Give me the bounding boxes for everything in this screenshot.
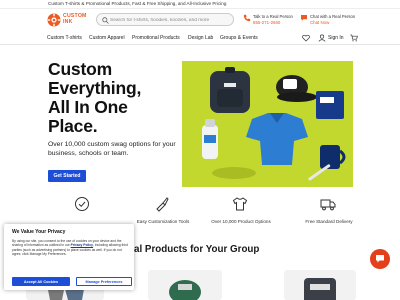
hero-title: Custom Everything, All In One Place.	[48, 60, 178, 136]
chat-now-link[interactable]: Chat Now	[310, 20, 329, 25]
phone-contact[interactable]: Talk to a Real Person 855-271-2660	[243, 13, 299, 27]
logo[interactable]: CUSTOM INK	[47, 13, 89, 27]
brush-icon	[156, 197, 169, 212]
chat-fab-button[interactable]	[370, 249, 390, 269]
hero-title-line-2: Everything,	[48, 78, 142, 98]
feature-easy-customization: Easy Customization Tools	[128, 196, 198, 230]
privacy-policy-link[interactable]: Privacy Policy	[71, 243, 93, 247]
feature-free-delivery: Free Standard Delivery	[294, 196, 364, 230]
cookie-consent-dialog: We Value Your Privacy By using our site,…	[4, 224, 134, 290]
chat-bubble-icon	[301, 15, 307, 21]
cookie-body: By using our site, you consent to the us…	[12, 239, 130, 257]
search-input[interactable]	[110, 15, 230, 25]
nav-item-groups-events[interactable]: Groups & Events	[220, 35, 258, 41]
chat-label: Chat with a Real Person	[310, 14, 356, 19]
feature-product-options: Over 10,000 Product Options	[206, 196, 276, 230]
logo-text: CUSTOM INK	[63, 13, 87, 25]
nav-item-promotional-products[interactable]: Promotional Products	[132, 35, 180, 41]
promo-text: Custom T-shirts & Promotional Products, …	[48, 1, 227, 6]
user-icon[interactable]	[318, 34, 326, 42]
feature-label: Free Standard Delivery	[305, 219, 353, 224]
phone-number[interactable]: 855-271-2660	[253, 20, 280, 25]
get-started-button[interactable]: Get Started	[48, 170, 86, 182]
hats-image	[169, 280, 201, 300]
site-header: CUSTOM INK Talk to a Real Person 855-271…	[0, 9, 400, 31]
logo-line-2: INK	[63, 18, 73, 25]
cart-icon[interactable]	[350, 34, 358, 42]
chat-contact[interactable]: Chat with a Real Person Chat Now	[300, 13, 358, 27]
logo-icon	[47, 13, 61, 27]
nav-item-custom-apparel[interactable]: Custom Apparel	[89, 35, 125, 41]
bags-image	[304, 278, 336, 300]
search-bar[interactable]	[96, 13, 234, 26]
check-badge-icon	[75, 197, 89, 211]
truck-icon	[320, 199, 336, 211]
hero-subtitle: Over 10,000 custom swag options for your…	[48, 141, 176, 157]
heart-icon[interactable]	[302, 34, 310, 42]
main-nav: Custom T-shirts Custom Apparel Promotion…	[0, 31, 400, 45]
product-tile-bags[interactable]	[284, 270, 356, 300]
cookie-title: We Value Your Privacy	[12, 229, 66, 235]
hero-product-image	[182, 61, 353, 187]
product-tile-hats[interactable]	[148, 270, 222, 300]
shirt-icon	[232, 197, 248, 211]
nav-item-design-lab[interactable]: Design Lab	[188, 35, 213, 41]
nav-item-custom-tshirts[interactable]: Custom T-shirts	[47, 35, 82, 41]
promo-bar: Custom T-shirts & Promotional Products, …	[0, 0, 400, 9]
phone-label: Talk to a Real Person	[253, 14, 293, 19]
swag-collage-illustration	[202, 67, 346, 181]
feature-label: Over 10,000 Product Options	[211, 219, 271, 224]
search-icon	[102, 17, 109, 24]
hero-title-line-4: Place.	[48, 116, 98, 136]
accept-all-cookies-button[interactable]: Accept All Cookies	[12, 277, 70, 286]
hero-title-line-1: Custom	[48, 59, 112, 79]
hero-title-line-3: All In One	[48, 97, 128, 117]
phone-icon	[243, 14, 251, 22]
chat-icon	[376, 255, 384, 263]
feature-label: Easy Customization Tools	[136, 219, 190, 224]
manage-preferences-button[interactable]: Manage Preferences	[76, 277, 132, 286]
sign-in-link[interactable]: Sign In	[328, 35, 344, 41]
